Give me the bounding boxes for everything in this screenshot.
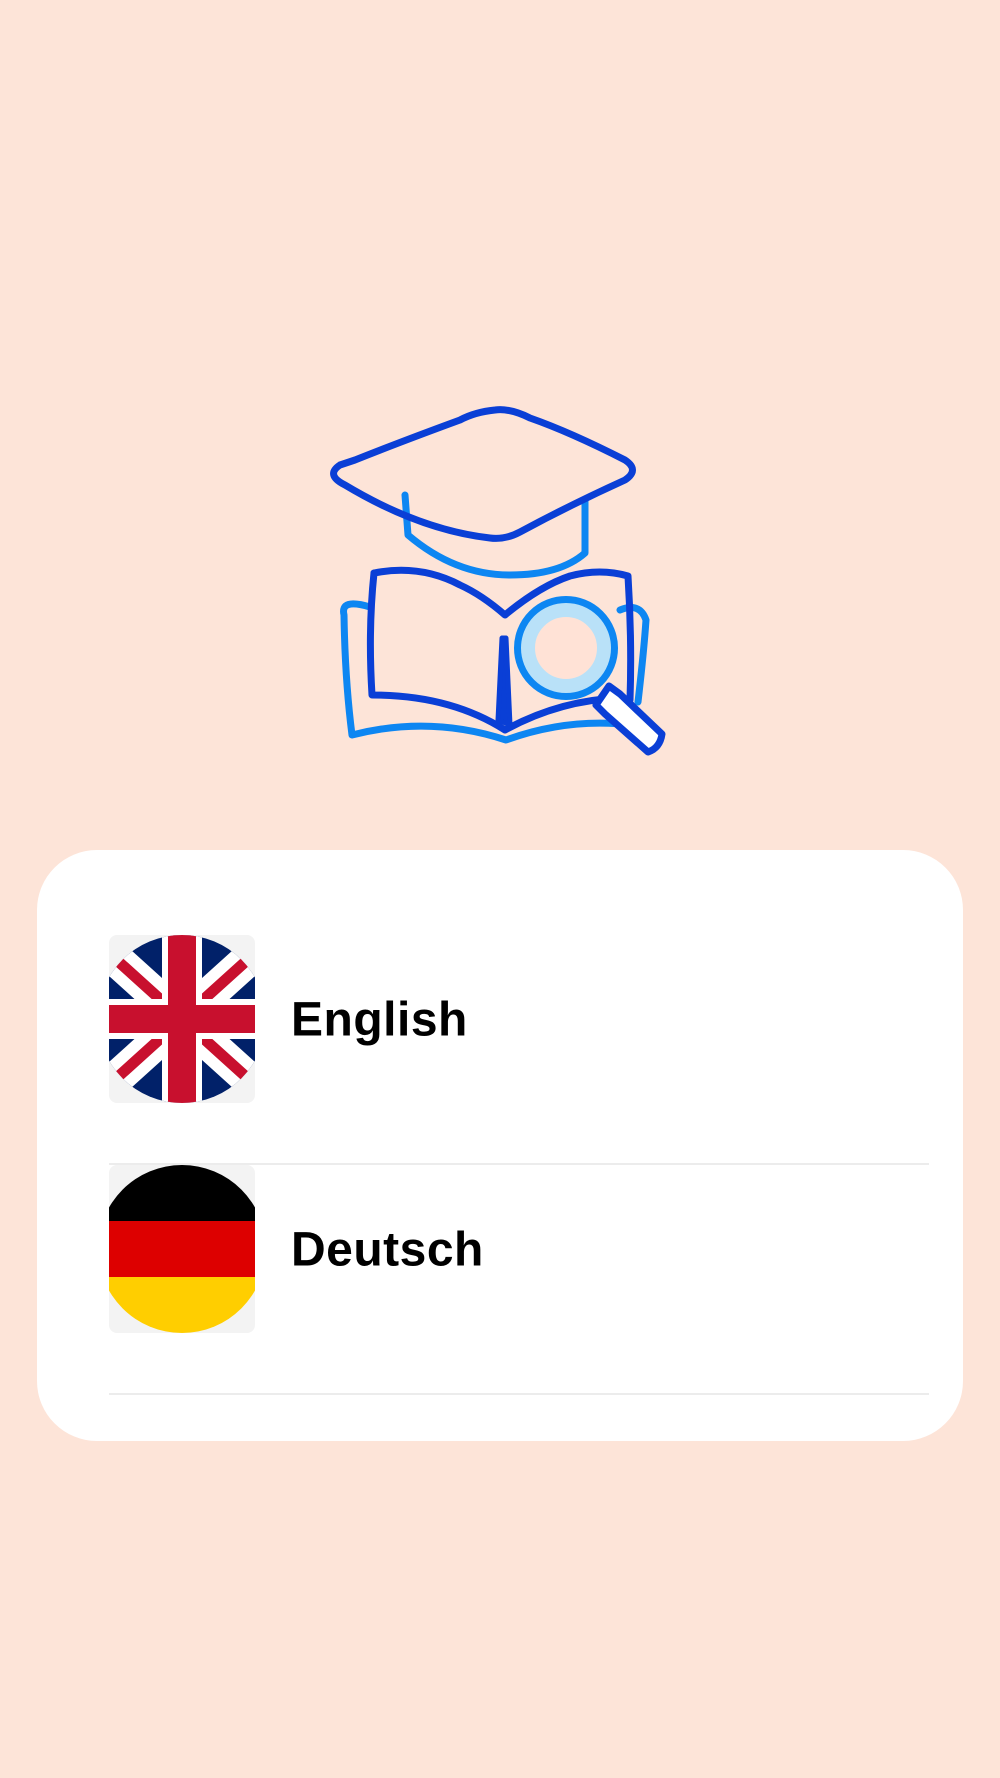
language-list-card: English Deutsch: [37, 850, 963, 1441]
germany-flag-icon: [109, 1165, 255, 1333]
language-option-english[interactable]: English: [109, 935, 929, 1165]
graduation-book-search-icon: [330, 380, 690, 770]
language-label-english: English: [291, 993, 468, 1047]
language-option-deutsch[interactable]: Deutsch: [109, 1165, 929, 1395]
language-label-deutsch: Deutsch: [291, 1223, 484, 1277]
divider: [109, 1393, 929, 1395]
language-selection-screen: English Deutsch: [0, 0, 1000, 1778]
uk-flag-icon: [109, 935, 255, 1103]
